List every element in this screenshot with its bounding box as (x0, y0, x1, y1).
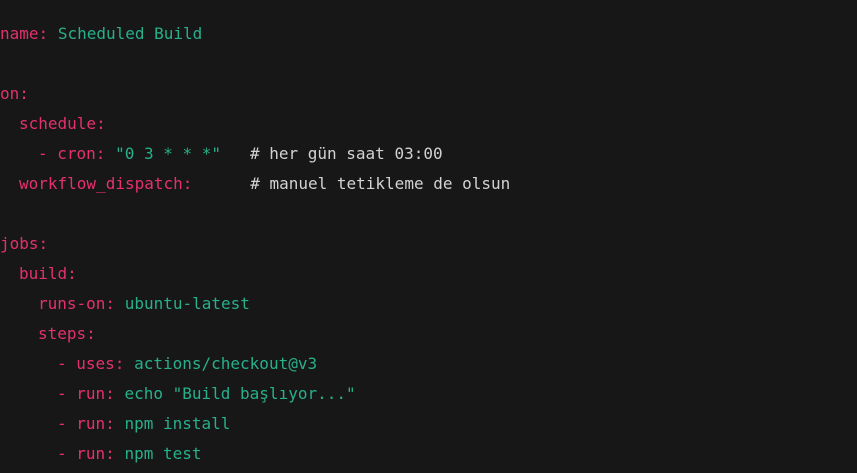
code-line-runs-on: runs-on: ubuntu-latest (0, 289, 857, 319)
code-line-step-run-test: - run: npm test (0, 439, 857, 469)
code-line-step-uses: - uses: actions/checkout@v3 (0, 349, 857, 379)
yaml-key: - run: (57, 384, 115, 403)
yaml-key: name: (0, 24, 49, 43)
yaml-key: - cron: (38, 144, 106, 163)
code-line-workflow-dispatch: workflow_dispatch: # manuel tetikleme de… (0, 169, 857, 199)
yaml-value: Scheduled Build (57, 24, 203, 43)
code-editor[interactable]: name: Scheduled Build on: schedule: - cr… (0, 0, 857, 473)
yaml-key: steps: (38, 324, 96, 343)
yaml-value: npm install (124, 414, 231, 433)
yaml-key: - run: (57, 444, 115, 463)
code-line-step-run-install: - run: npm install (0, 409, 857, 439)
yaml-value: "0 3 * * *" (115, 144, 222, 163)
yaml-key: on: (0, 84, 29, 103)
code-line-steps: steps: (0, 319, 857, 349)
yaml-key: schedule: (19, 114, 106, 133)
code-line-name: name: Scheduled Build (0, 19, 857, 49)
yaml-value: echo "Build başlıyor..." (124, 384, 356, 403)
yaml-value: actions/checkout@v3 (134, 354, 318, 373)
code-line-jobs: jobs: (0, 229, 857, 259)
code-line-on: on: (0, 79, 857, 109)
yaml-comment: # her gün saat 03:00 (249, 144, 443, 163)
yaml-value: ubuntu-latest (124, 294, 250, 313)
yaml-key: workflow_dispatch: (19, 174, 193, 193)
yaml-key: runs-on: (38, 294, 116, 313)
code-line-schedule: schedule: (0, 109, 857, 139)
yaml-key: - run: (57, 414, 115, 433)
code-line-build: build: (0, 259, 857, 289)
code-line-step-run-echo: - run: echo "Build başlıyor..." (0, 379, 857, 409)
yaml-key: build: (19, 264, 77, 283)
yaml-key: jobs: (0, 234, 49, 253)
yaml-key: - uses: (57, 354, 125, 373)
yaml-value: npm test (124, 444, 202, 463)
yaml-comment: # manuel tetikleme de olsun (250, 174, 511, 193)
code-line-cron: - cron: "0 3 * * *" # her gün saat 03:00 (0, 139, 857, 169)
